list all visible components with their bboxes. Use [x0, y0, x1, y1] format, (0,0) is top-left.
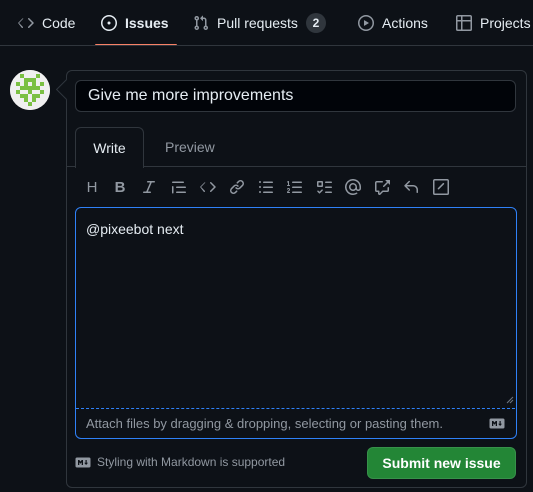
submit-new-issue-button[interactable]: Submit new issue	[367, 447, 516, 479]
tab-actions[interactable]: Actions	[358, 0, 428, 45]
markdown-toolbar: H B	[75, 176, 516, 198]
tab-issues-label: Issues	[125, 15, 169, 31]
repo-nav: Code Issues Pull requests 2 Actions Proj…	[0, 0, 533, 46]
attach-files-hint: Attach files by dragging & dropping, sel…	[86, 416, 443, 431]
pull-requests-count-badge: 2	[305, 13, 326, 33]
bold-glyph: B	[114, 178, 126, 196]
tab-issues[interactable]: Issues	[95, 0, 177, 45]
file-attachment-area[interactable]: Attach files by dragging & dropping, sel…	[76, 408, 515, 438]
italic-icon[interactable]	[141, 179, 157, 195]
code-icon	[18, 15, 34, 31]
issue-opened-icon	[101, 15, 117, 31]
comment-textarea[interactable]: @pixeebot next Attach files by dragging …	[75, 207, 517, 439]
heading-icon[interactable]: H	[84, 178, 100, 196]
cross-reference-icon[interactable]	[374, 179, 390, 195]
issue-title-input[interactable]	[75, 80, 516, 112]
editor-tabs: Write Preview	[67, 127, 526, 168]
ordered-list-icon[interactable]	[287, 179, 303, 195]
mention-icon[interactable]	[345, 179, 361, 195]
play-icon	[358, 15, 374, 31]
new-issue-form: Write Preview H B	[66, 70, 527, 488]
tasklist-icon[interactable]	[316, 179, 332, 195]
table-icon	[456, 15, 472, 31]
unordered-list-icon[interactable]	[258, 179, 274, 195]
markdown-icon	[75, 457, 91, 467]
tab-code[interactable]: Code	[18, 0, 76, 45]
tab-write[interactable]: Write	[75, 127, 144, 168]
tab-code-label: Code	[42, 15, 76, 31]
tab-projects-label: Projects	[480, 15, 531, 31]
tab-actions-label: Actions	[382, 15, 428, 31]
avatar[interactable]	[10, 70, 50, 110]
markdown-note-text: Styling with Markdown is supported	[97, 455, 286, 469]
resize-handle-icon[interactable]	[506, 396, 514, 404]
bold-icon[interactable]: B	[112, 178, 128, 196]
markdown-supported-link[interactable]: Styling with Markdown is supported	[75, 455, 285, 469]
identicon-image	[10, 70, 50, 110]
slash-command-icon[interactable]	[433, 179, 449, 195]
tab-pull-requests[interactable]: Pull requests 2	[193, 0, 326, 45]
heading-glyph: H	[86, 178, 98, 196]
code-icon[interactable]	[200, 179, 216, 195]
tab-pull-requests-label: Pull requests	[217, 15, 298, 31]
tab-projects[interactable]: Projects	[456, 0, 531, 45]
quote-icon[interactable]	[171, 179, 187, 195]
reply-icon[interactable]	[403, 179, 419, 195]
tab-preview[interactable]: Preview	[149, 127, 231, 167]
link-icon[interactable]	[229, 179, 245, 195]
comment-body-text: @pixeebot next	[86, 221, 184, 237]
git-pull-request-icon	[193, 15, 209, 31]
markdown-icon	[489, 418, 505, 429]
